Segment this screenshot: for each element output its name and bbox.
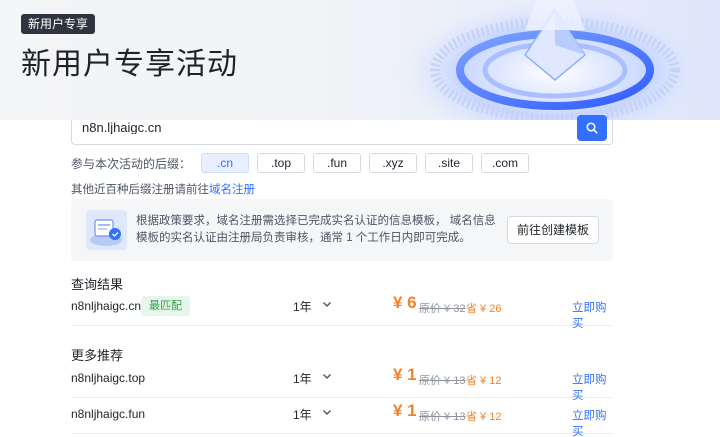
search-button[interactable] [577, 115, 607, 141]
result-row: n8nljhaigc.cn 最匹配 1年 ¥ 6 原价 ¥ 32 省 ¥ 26 … [71, 290, 613, 330]
suffix-row: 参与本次活动的后缀： .cn .top .fun .xyz .site .com [71, 153, 537, 173]
promo-price: ¥ 1 [393, 365, 417, 384]
buy-now-link[interactable]: 立即购买 [572, 407, 613, 437]
other-suffix-text: 其他近百种后缀注册请前往 [71, 184, 209, 196]
best-match-badge: 最匹配 [141, 296, 190, 316]
result-row: n8nljhaigc.top 1年 ¥ 1 原价 ¥ 13 省 ¥ 12 立即购… [71, 362, 613, 402]
banner-illustration [395, 0, 715, 120]
suffix-chip-fun[interactable]: .fun [313, 153, 362, 173]
promo-price: ¥ 1 [393, 401, 417, 420]
domain-search-input[interactable] [82, 120, 562, 134]
result-domain: n8nljhaigc.top [71, 371, 146, 385]
result-domain: n8nljhaigc.fun [71, 407, 146, 421]
header-banner: 新用户专享 新用户专享活动 [0, 0, 720, 120]
policy-notice: 根据政策要求，域名注册需选择已完成实名认证的信息模板， 域名信息模板的实名认证由… [71, 199, 613, 261]
suffix-chip-top[interactable]: .top [257, 153, 306, 173]
period-select-value[interactable]: 1年 [293, 298, 312, 315]
promo-price: ¥ 6 [393, 293, 417, 312]
notice-illustration-icon [86, 210, 127, 250]
chevron-down-icon[interactable] [321, 406, 333, 418]
saving-amount: 省 ¥ 26 [466, 303, 502, 315]
result-row: n8nljhaigc.fun 1年 ¥ 1 原价 ¥ 13 省 ¥ 12 立即购… [71, 398, 613, 437]
suffix-chip-site[interactable]: .site [425, 153, 474, 173]
domain-search-box [71, 115, 613, 145]
original-price: 原价 ¥ 13 [419, 375, 466, 387]
result-domain: n8nljhaigc.cn [71, 299, 142, 313]
buy-now-link[interactable]: 立即购买 [572, 299, 613, 331]
create-template-button[interactable]: 前往创建模板 [507, 216, 599, 244]
suffix-label: 参与本次活动的后缀： [71, 156, 192, 171]
notice-text: 根据政策要求，域名注册需选择已完成实名认证的信息模板， 域名信息模板的实名认证由… [136, 215, 496, 244]
saving-amount: 省 ¥ 12 [466, 375, 502, 387]
page-title: 新用户专享活动 [21, 48, 238, 81]
original-price: 原价 ¥ 13 [419, 411, 466, 423]
suffix-chip-cn[interactable]: .cn [201, 153, 250, 173]
chevron-down-icon[interactable] [321, 298, 333, 310]
chevron-down-icon[interactable] [321, 370, 333, 382]
suffix-chip-xyz[interactable]: .xyz [369, 153, 418, 173]
search-icon [586, 122, 598, 134]
period-select-value[interactable]: 1年 [293, 370, 312, 387]
other-suffix-hint: 其他近百种后缀注册请前往域名注册 [71, 181, 255, 197]
saving-amount: 省 ¥ 12 [466, 411, 502, 423]
original-price: 原价 ¥ 32 [419, 303, 466, 315]
domain-register-link[interactable]: 域名注册 [209, 184, 255, 196]
period-select-value[interactable]: 1年 [293, 406, 312, 423]
new-user-badge: 新用户专享 [21, 14, 96, 34]
suffix-chip-com[interactable]: .com [481, 153, 530, 173]
